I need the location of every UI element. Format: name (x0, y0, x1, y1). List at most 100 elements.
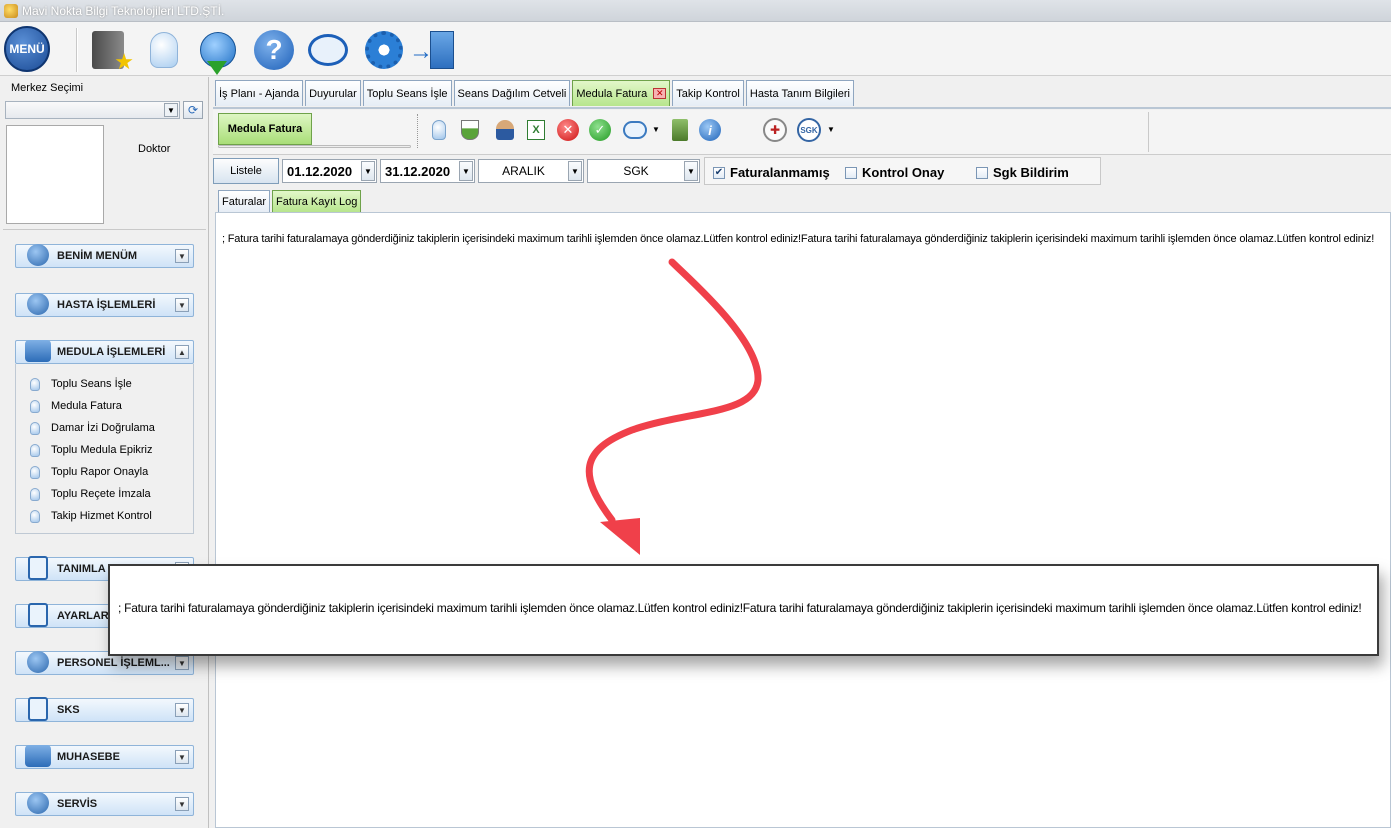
month-select[interactable]: ARALIK ▼ (478, 159, 584, 183)
settings-calendar-icon (22, 601, 54, 629)
chevron-down-icon[interactable]: ▼ (459, 161, 473, 181)
start-date-picker[interactable]: 01.12.2020 ▼ (282, 159, 377, 183)
tab-seans-dagilim-cetveli[interactable]: Seans Dağılım Cetveli (453, 80, 571, 106)
medula-fatura-toolbar: Medula Fatura X ✕ ✓ ▼ i ✚ SGK ▼ (213, 110, 1391, 155)
globe-download-icon[interactable] (196, 28, 240, 75)
checkbox-faturalanmamis[interactable]: ✔ Faturalanmamış (713, 165, 830, 180)
exit-icon[interactable] (409, 28, 464, 72)
chevron-down-icon[interactable]: ▼ (175, 298, 189, 312)
institution-select[interactable]: SGK ▼ (587, 159, 700, 183)
info-icon[interactable]: i (698, 118, 722, 142)
nav-group-label: SERVİS (57, 798, 98, 810)
check-icon[interactable]: ✓ (588, 118, 612, 142)
ministry-seal-icon[interactable]: ✚ (763, 118, 787, 142)
nav-group-medula-islemleri[interactable]: MEDULA İŞLEMLERİ ▲ (15, 340, 194, 364)
tab-label: Takip Kontrol (676, 87, 740, 100)
tab-hasta-tanim-bilgileri[interactable]: Hasta Tanım Bilgileri (745, 80, 854, 106)
flask-info-icon[interactable] (458, 118, 482, 142)
medical-case-icon (22, 742, 54, 770)
chevron-down-icon[interactable]: ▼ (175, 249, 189, 263)
tab-faturalar[interactable]: Faturalar (218, 190, 271, 212)
submenu-item-toplu-recete-imzala[interactable]: Toplu Reçete İmzala (30, 486, 151, 502)
lightbulb-icon (30, 399, 40, 413)
submenu-item-label: Medula Fatura (51, 400, 122, 412)
toolbar-separator (1148, 112, 1149, 152)
nav-group-sks[interactable]: SKS ▼ (15, 695, 194, 723)
chevron-down-icon[interactable]: ▼ (175, 797, 189, 811)
chevron-down-icon[interactable]: ▼ (652, 125, 660, 134)
submenu-item-toplu-seans-isle[interactable]: Toplu Seans İşle (30, 376, 132, 392)
user-icon[interactable] (493, 118, 517, 142)
doctor-label: Doktor (138, 143, 171, 155)
menu-button[interactable]: MENÜ (4, 26, 50, 72)
lightbulb-icon[interactable] (427, 118, 451, 142)
tab-label: Seans Dağılım Cetveli (457, 87, 567, 100)
chevron-down-icon[interactable]: ▼ (164, 103, 178, 117)
trash-icon[interactable] (668, 118, 692, 142)
end-date-picker[interactable]: 31.12.2020 ▼ (380, 159, 475, 183)
app-icon (4, 3, 18, 18)
refresh-icon[interactable]: ⟳ (183, 101, 203, 119)
chevron-down-icon[interactable]: ▼ (361, 161, 375, 181)
tab-takip-kontrol[interactable]: Takip Kontrol (672, 80, 744, 106)
chevron-down-icon[interactable]: ▼ (175, 656, 189, 670)
tab-medula-fatura[interactable]: Medula Fatura ✕ (572, 80, 671, 106)
center-selection-label: Merkez Seçimi (11, 82, 84, 94)
submenu-item-takip-hizmet-kontrol[interactable]: Takip Hizmet Kontrol (30, 508, 152, 524)
tab-toplu-seans-isle[interactable]: Toplu Seans İşle (362, 80, 452, 106)
help-icon[interactable]: ? (252, 28, 296, 72)
lightbulb-icon (30, 443, 40, 457)
checkbox-checked-icon[interactable]: ✔ (713, 166, 725, 179)
checkbox-icon[interactable] (845, 166, 857, 179)
sync-arrows-icon (22, 241, 54, 269)
chat-icon[interactable] (306, 28, 350, 72)
main-toolbar: MENÜ ? (0, 22, 1391, 76)
document-tabs: İş Planı - Ajanda Duyurular Toplu Seans … (215, 80, 856, 107)
title-bar: Mavi Nokta Bilgi Teknolojileri LTD.ŞTİ. (0, 0, 1391, 22)
sgk-logo-icon[interactable]: SGK (797, 118, 821, 142)
filter-checkbox-group: ✔ Faturalanmamış Kontrol Onay Sgk Bildiri… (704, 157, 1101, 185)
nav-group-label: MUHASEBE (57, 751, 120, 763)
checkbox-sgk-bildirim[interactable]: Sgk Bildirim (976, 165, 1069, 180)
popup-message: ; Fatura tarihi faturalamaya gönderdiğin… (118, 601, 1362, 615)
log-content-area[interactable]: ; Fatura tarihi faturalamaya gönderdiğin… (215, 212, 1391, 828)
lightbulb-icon[interactable] (142, 28, 186, 72)
center-select[interactable]: ▼ (5, 101, 180, 119)
tab-label: İş Planı - Ajanda (219, 87, 300, 100)
nav-group-muhasebe[interactable]: MUHASEBE ▼ (15, 745, 194, 769)
submenu-item-damar-izi[interactable]: Damar İzi Doğrulama (30, 420, 155, 436)
ribbon-tab-medula-fatura[interactable]: Medula Fatura (218, 113, 312, 145)
patient-icon (22, 290, 54, 318)
cancel-icon[interactable]: ✕ (556, 118, 580, 142)
tab-fatura-kayit-log[interactable]: Fatura Kayıt Log (272, 190, 362, 212)
chevron-up-icon[interactable]: ▲ (175, 345, 189, 359)
close-icon[interactable]: ✕ (653, 88, 667, 99)
nav-group-servis[interactable]: SERVİS ▼ (15, 792, 194, 816)
nav-group-hasta-islemleri[interactable]: HASTA İŞLEMLERİ ▼ (15, 293, 194, 317)
chevron-down-icon[interactable]: ▼ (827, 125, 835, 134)
submenu-item-label: Damar İzi Doğrulama (51, 422, 155, 434)
nav-group-benim-menum[interactable]: BENİM MENÜM ▼ (15, 244, 194, 268)
book-star-icon[interactable] (86, 28, 134, 75)
submenu-item-label: Takip Hizmet Kontrol (51, 510, 152, 522)
tab-duyurular[interactable]: Duyurular (305, 80, 361, 106)
checkbox-icon[interactable] (976, 166, 988, 179)
list-button[interactable]: Listele (213, 158, 279, 184)
toolbar-separator (76, 28, 78, 72)
submenu-item-medula-fatura[interactable]: Medula Fatura (30, 398, 122, 414)
gear-icon[interactable] (362, 28, 406, 72)
submenu-item-toplu-medula-epikriz[interactable]: Toplu Medula Epikriz (30, 442, 153, 458)
excel-icon[interactable]: X (524, 118, 548, 142)
chevron-down-icon[interactable]: ▼ (175, 750, 189, 764)
heartbeat-clipboard-icon (22, 695, 54, 723)
institution-value: SGK (623, 164, 649, 178)
chevron-down-icon[interactable]: ▼ (568, 161, 582, 181)
chevron-down-icon[interactable]: ▼ (175, 703, 189, 717)
checkbox-kontrol-onay[interactable]: Kontrol Onay (845, 165, 944, 180)
tab-is-plani-ajanda[interactable]: İş Planı - Ajanda (215, 80, 304, 106)
speech-icon[interactable] (623, 118, 647, 142)
tab-label: Faturalar (222, 195, 267, 208)
chevron-down-icon[interactable]: ▼ (684, 161, 698, 181)
lightbulb-icon (30, 487, 40, 501)
submenu-item-toplu-rapor-onayla[interactable]: Toplu Rapor Onayla (30, 464, 148, 480)
